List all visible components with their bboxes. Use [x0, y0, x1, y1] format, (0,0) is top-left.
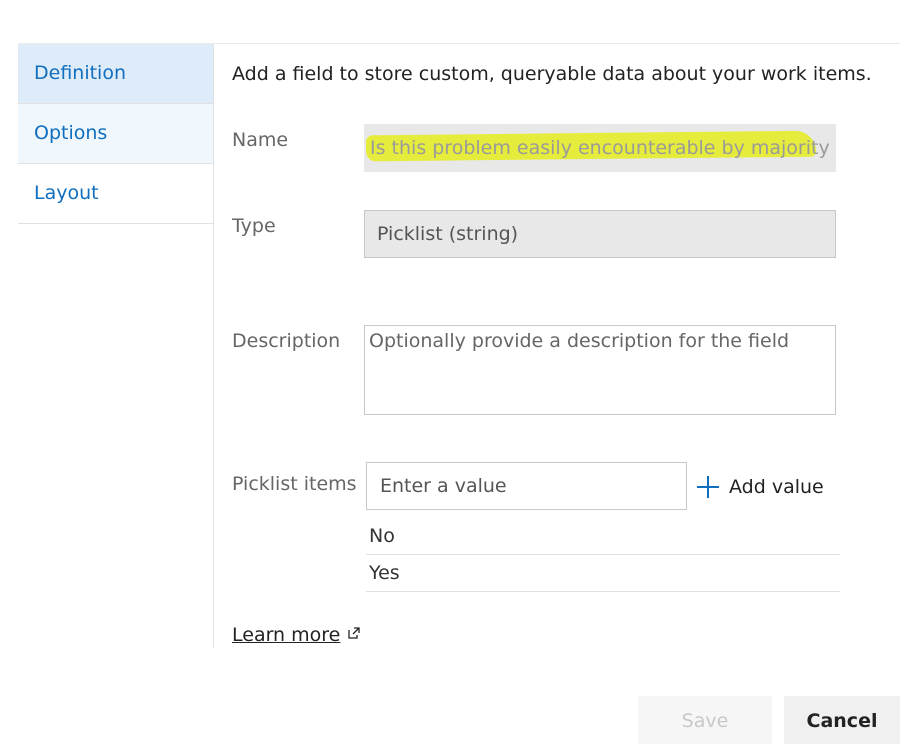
picklist-items: No Yes: [366, 518, 840, 592]
description-field[interactable]: [364, 325, 836, 415]
picklist-value-input[interactable]: [366, 462, 687, 510]
sidebar: Definition Options Layout: [18, 44, 214, 648]
name-field[interactable]: Is this problem easily encounterable by …: [364, 124, 836, 172]
cancel-button[interactable]: Cancel: [784, 696, 900, 744]
save-button[interactable]: Save: [638, 696, 772, 744]
sidebar-item-layout[interactable]: Layout: [18, 164, 213, 224]
add-value-label: Add value: [729, 476, 824, 498]
intro-text: Add a field to store custom, queryable d…: [232, 63, 872, 85]
list-item[interactable]: Yes: [366, 555, 840, 592]
add-value-button[interactable]: Add value: [697, 470, 824, 504]
type-field[interactable]: Picklist (string): [364, 210, 836, 258]
sidebar-item-options[interactable]: Options: [18, 104, 213, 164]
type-label: Type: [232, 215, 276, 237]
learn-more-link[interactable]: Learn more: [232, 624, 361, 646]
learn-more-label: Learn more: [232, 624, 341, 646]
name-value: Is this problem easily encounterable by …: [370, 137, 830, 159]
name-label: Name: [232, 129, 289, 151]
description-label: Description: [232, 330, 341, 352]
plus-icon: [697, 476, 719, 498]
external-link-icon: [348, 627, 361, 639]
sidebar-item-definition[interactable]: Definition: [18, 44, 213, 104]
picklist-label: Picklist items: [232, 473, 357, 495]
list-item[interactable]: No: [366, 518, 840, 555]
